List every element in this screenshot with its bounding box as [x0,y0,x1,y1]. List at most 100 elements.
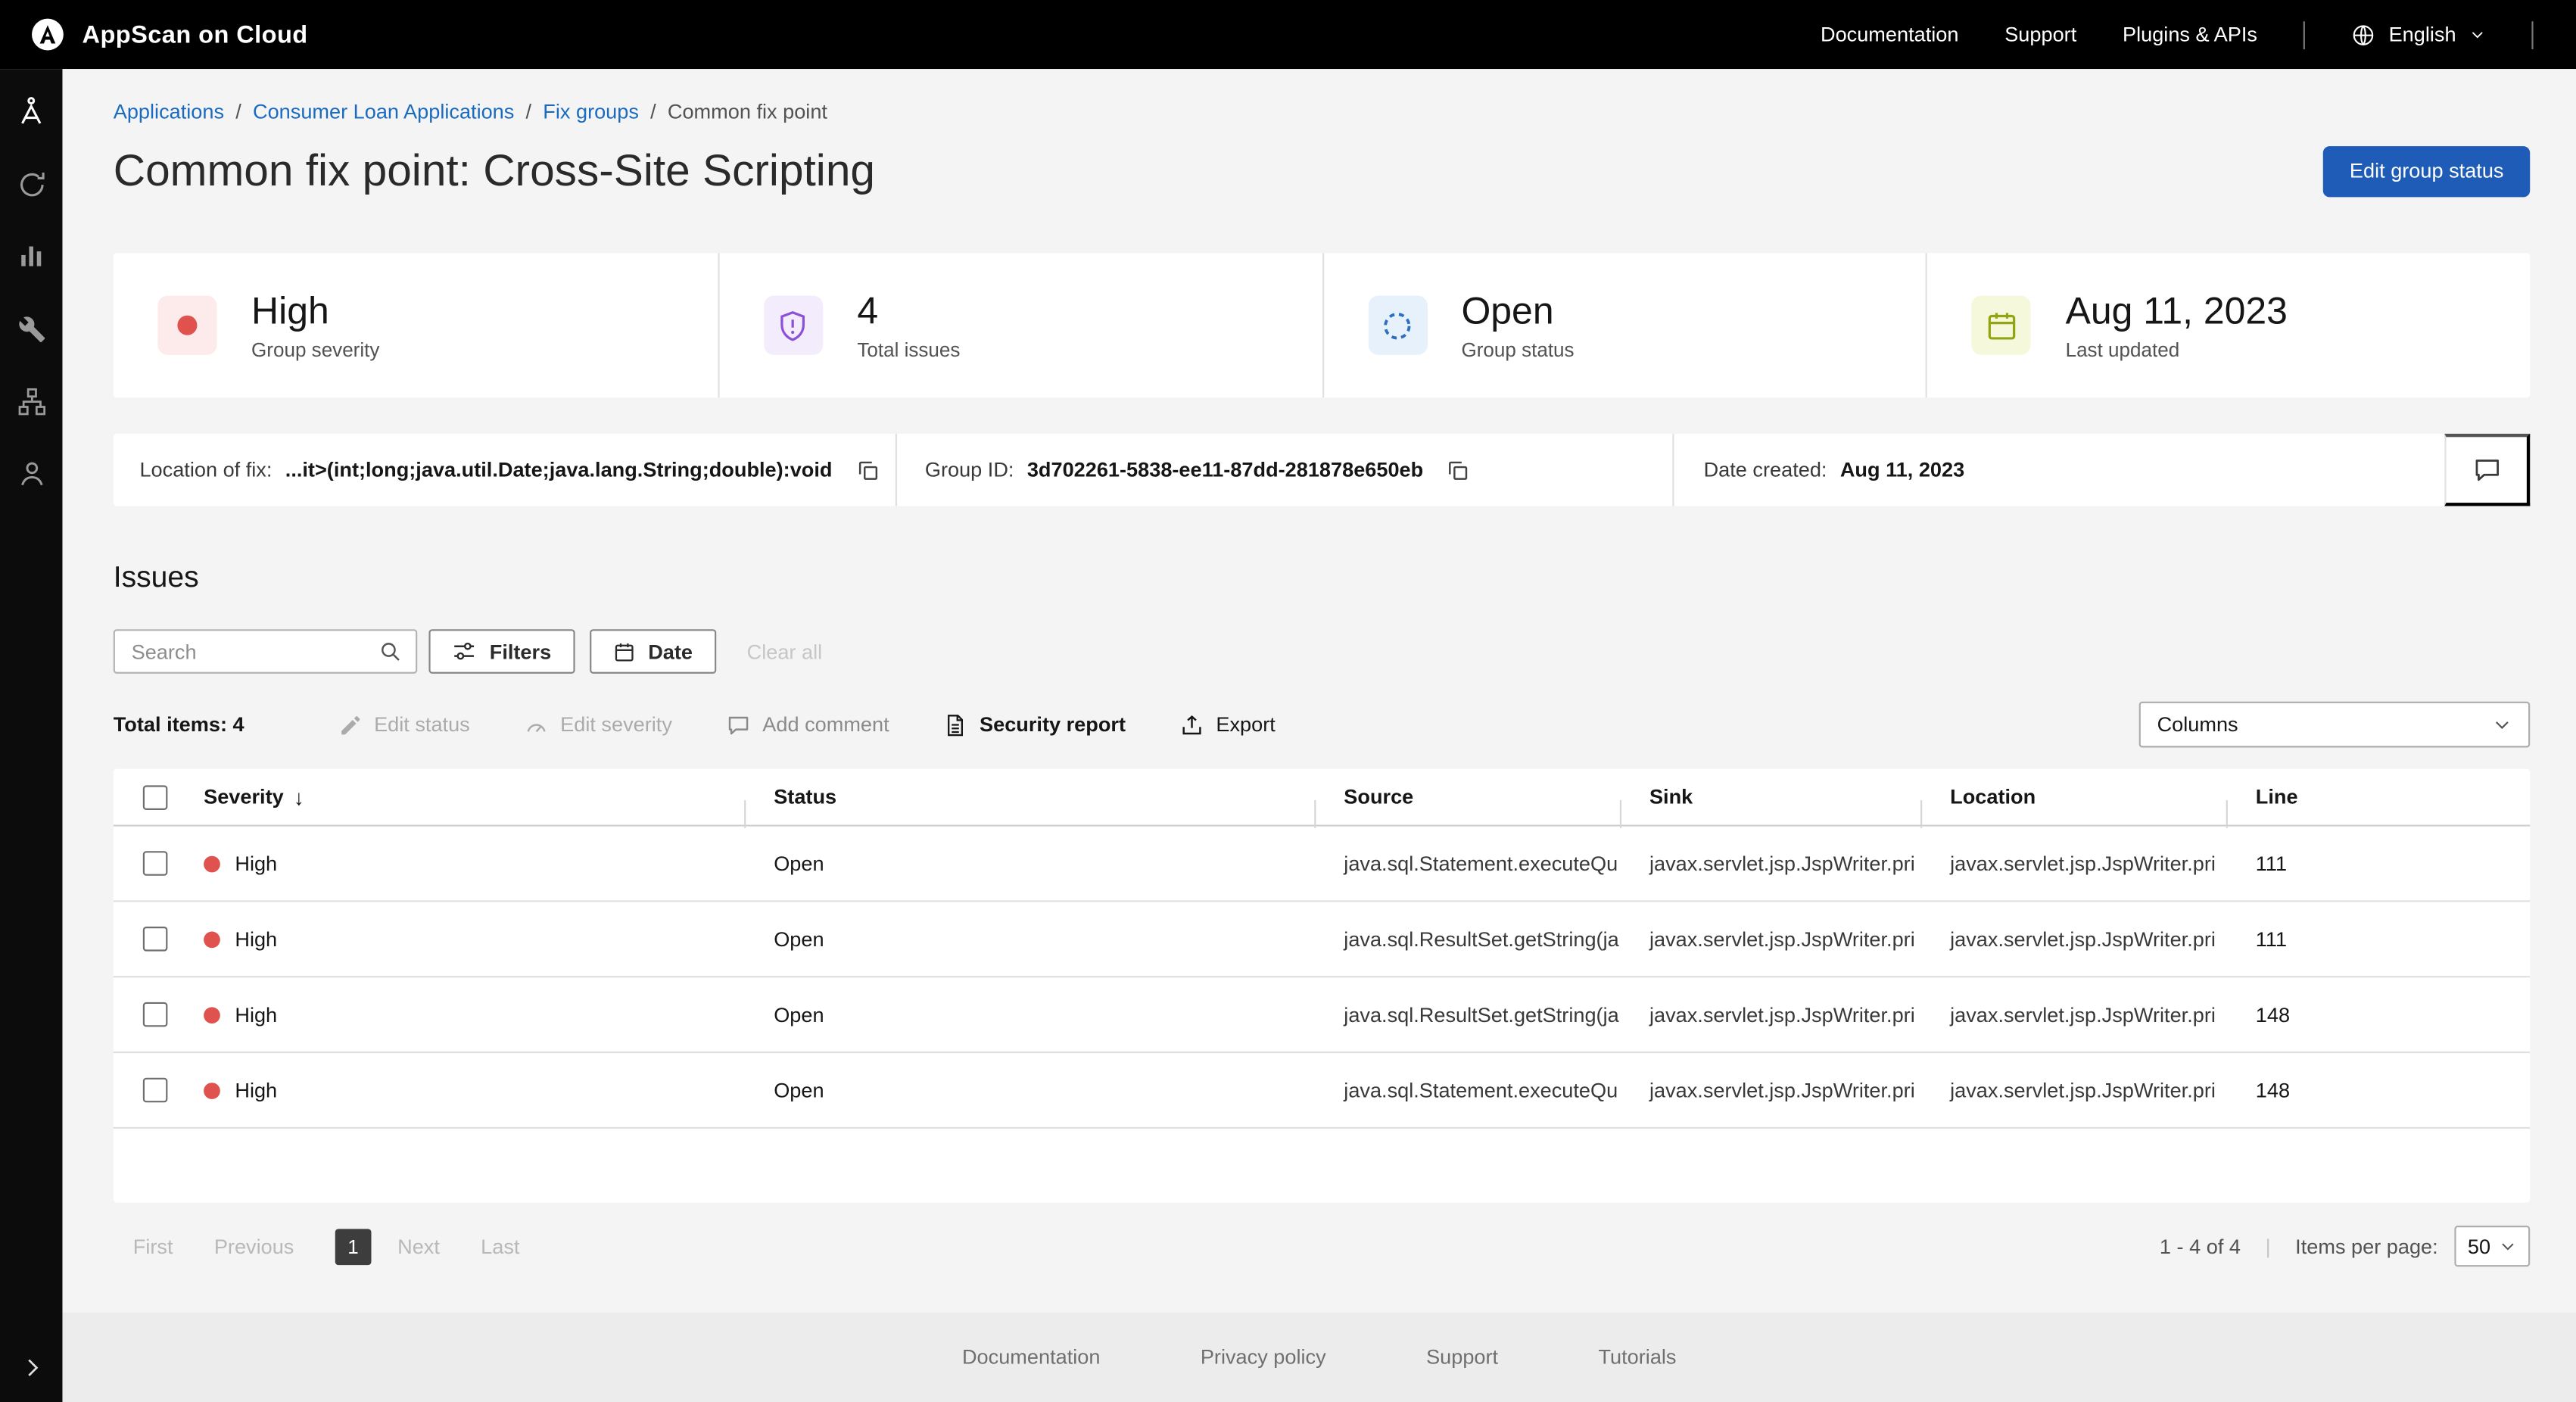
footer-link-documentation[interactable]: Documentation [962,1345,1100,1368]
filters-label: Filters [490,640,551,662]
security-report-button[interactable]: Security report [943,712,1126,737]
sidebar-item-asset-groups[interactable] [0,365,62,437]
top-link-plugins-apis[interactable]: Plugins & APIs [2123,23,2257,45]
cell-location: javax.servlet.jsp.JspWriter.pri [1920,927,2226,950]
top-nav: Documentation Support Plugins & APIs Eng… [1821,20,2534,48]
breadcrumb-current: Common fix point [668,99,827,122]
copy-location-button[interactable] [855,457,880,482]
table-row[interactable]: High Open java.sql.ResultSet.getString(j… [114,977,2530,1053]
card-value: High [251,288,379,332]
group-comments-button[interactable] [2444,434,2530,506]
total-items: Total items: 4 [114,713,245,736]
column-header-sink[interactable]: Sink [1620,785,1920,808]
cell-status: Open [744,927,1314,950]
search-box [114,629,418,674]
search-input[interactable] [132,640,378,662]
chevron-down-icon [2492,715,2512,734]
applications-icon [15,95,48,128]
row-checkbox[interactable] [143,927,168,952]
sidebar-expand-button[interactable] [0,1343,62,1392]
export-button[interactable]: Export [1180,712,1276,737]
columns-label: Columns [2157,713,2238,736]
table-row[interactable]: High Open java.sql.Statement.executeQu j… [114,827,2530,902]
copy-icon [1447,457,1472,482]
clear-all-link[interactable]: Clear all [747,640,823,662]
cell-line: 111 [2226,927,2531,950]
column-header-source[interactable]: Source [1314,785,1620,808]
footer-link-support[interactable]: Support [1426,1345,1498,1368]
row-checkbox[interactable] [143,1078,168,1103]
summary-cards: High Group severity 4 [114,253,2530,397]
wrench-icon [17,315,45,343]
column-header-status[interactable]: Status [744,785,1314,808]
cell-status: Open [744,852,1314,874]
pagination-info: 1 - 4 of 4 Items per page: 50 [2160,1226,2530,1266]
select-all-checkbox[interactable] [143,784,168,809]
edit-group-status-button[interactable]: Edit group status [2323,145,2530,196]
pagination-next[interactable]: Next [397,1235,440,1257]
pagination-first[interactable]: First [133,1235,173,1257]
copy-icon [855,457,880,482]
search-icon[interactable] [378,639,403,664]
edit-status-button[interactable]: Edit status [338,712,469,737]
card-last-updated: Aug 11, 2023 Last updated [1926,253,2530,397]
card-label: Last updated [2066,339,2288,362]
column-header-location[interactable]: Location [1920,785,2226,808]
filters-icon [452,639,477,664]
language-selector[interactable]: English [2351,22,2486,47]
row-checkbox[interactable] [143,1002,168,1027]
date-created: Date created: Aug 11, 2023 [1672,434,2444,506]
items-per-page-dropdown[interactable]: 50 [2454,1226,2530,1266]
cell-line: 148 [2226,1079,2531,1101]
location-of-fix: Location of fix: ...it>(int;long;java.ut… [114,434,896,506]
table-row[interactable]: High Open java.sql.Statement.executeQu j… [114,1053,2530,1129]
location-of-fix-value: ...it>(int;long;java.util.Date;java.lang… [285,459,833,481]
pagination-divider [2266,1235,2271,1257]
cell-source: java.sql.Statement.executeQu [1314,852,1620,874]
cell-source: java.sql.Statement.executeQu [1314,1079,1620,1101]
edit-severity-button[interactable]: Edit severity [524,712,672,737]
header-label: Status [774,785,836,808]
pagination-previous[interactable]: Previous [214,1235,294,1257]
table-row[interactable]: High Open java.sql.ResultSet.getString(j… [114,902,2530,977]
add-comment-button[interactable]: Add comment [727,712,889,737]
footer-link-privacy-policy[interactable]: Privacy policy [1201,1345,1326,1368]
actions-toolbar: Total items: 4 Edit status [114,702,2530,748]
main-area: Applications Consumer Loan Applications … [62,69,2576,1402]
cell-severity: High [235,852,277,874]
sidebar-item-scans[interactable] [0,148,62,220]
shield-exclamation-icon [764,296,823,355]
breadcrumb-applications[interactable]: Applications [114,99,224,122]
content: Applications Consumer Loan Applications … [62,69,2576,1312]
columns-dropdown[interactable]: Columns [2139,702,2531,748]
calendar-icon [1972,296,2031,355]
breadcrumb-fix-groups[interactable]: Fix groups [543,99,639,122]
sidebar-item-user[interactable] [0,437,62,509]
footer: Documentation Privacy policy Support Tut… [62,1312,2576,1402]
top-link-documentation[interactable]: Documentation [1821,23,1958,45]
sidebar-item-tools[interactable] [0,292,62,364]
filters-button[interactable]: Filters [428,629,574,674]
pagination-last[interactable]: Last [481,1235,519,1257]
breadcrumb-consumer-loan-applications[interactable]: Consumer Loan Applications [253,99,514,122]
sidebar-item-applications[interactable] [0,76,62,148]
date-filter-button[interactable]: Date [589,629,715,674]
header-label: Sink [1649,785,1693,808]
issues-table: Severity ↓ Status Source Sink Location L… [114,769,2530,1203]
group-id-label: Group ID: [925,459,1014,481]
footer-link-tutorials[interactable]: Tutorials [1598,1345,1676,1368]
top-link-support[interactable]: Support [2004,23,2076,45]
card-group-status: Open Group status [1322,253,1926,397]
pagination-page-1[interactable]: 1 [335,1228,372,1264]
column-header-line[interactable]: Line [2226,785,2531,808]
pencil-icon [338,712,363,737]
globe-icon [2351,22,2376,47]
cell-status: Open [744,1079,1314,1101]
copy-group-id-button[interactable] [1447,457,1472,482]
card-total-issues: 4 Total issues [718,253,1322,397]
row-checkbox[interactable] [143,851,168,876]
date-label: Date [648,640,693,662]
sidebar-item-reports[interactable] [0,220,62,292]
column-header-severity[interactable]: Severity ↓ [195,784,744,809]
add-comment-label: Add comment [762,713,889,736]
